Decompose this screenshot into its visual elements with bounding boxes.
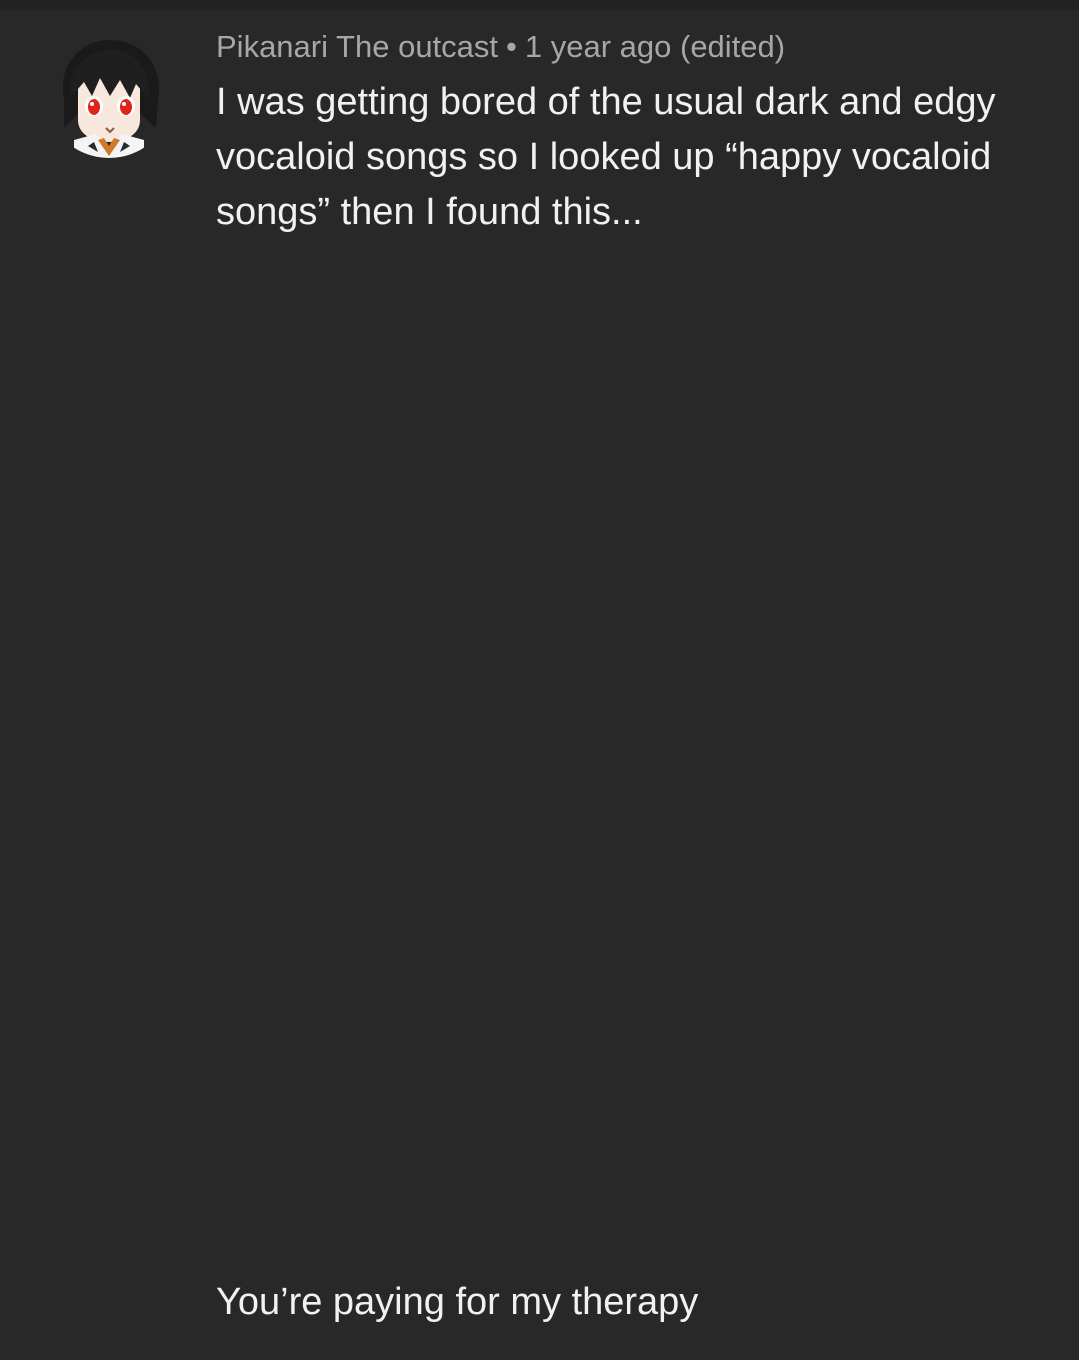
comment-timestamp[interactable]: 1 year ago (edited) <box>525 29 785 64</box>
comment-paragraph-2: You’re paying for my therapy <box>216 1281 699 1323</box>
comment-paragraph-1: I was getting bored of the usual dark an… <box>216 81 996 233</box>
comment-meta: Pikanari The outcast • 1 year ago (edited) <box>216 28 785 66</box>
comment-body: I was getting bored of the usual dark an… <box>216 75 1036 1323</box>
meta-separator: • <box>506 29 517 64</box>
top-divider <box>0 0 1079 10</box>
comment-thread-item: Pikanari The outcast • 1 year ago (edited)… <box>0 10 1079 1360</box>
author-name[interactable]: Pikanari The outcast <box>216 29 498 64</box>
author-avatar[interactable] <box>44 28 174 158</box>
anime-avatar-icon <box>62 40 159 158</box>
